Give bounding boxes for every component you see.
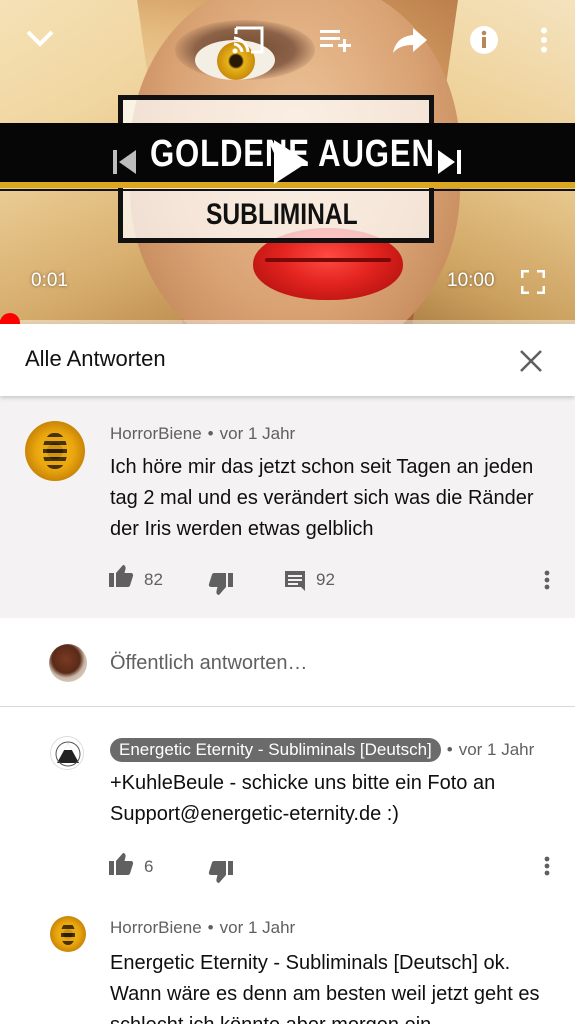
video-player[interactable]: GOLDENE AUGEN SUBLIMINAL [0, 0, 575, 324]
avatar [49, 644, 87, 682]
share-icon[interactable] [388, 18, 432, 62]
more-vert-icon[interactable] [533, 560, 561, 600]
reply-input[interactable]: Öffentlich antworten… [110, 652, 308, 675]
reply-item: HorrorBiene • vor 1 Jahr Energetic Eternit… [0, 896, 575, 1024]
channel-owner-badge[interactable]: Energetic Eternity - Subliminals [Deutsc… [110, 738, 441, 762]
comment-meta: HorrorBiene • vor 1 Jahr [110, 424, 295, 444]
reply-item: Energetic Eternity - Subliminals [Deutsc… [0, 706, 575, 896]
comment-age: vor 1 Jahr [219, 918, 296, 937]
replies-button[interactable] [284, 570, 306, 592]
thumbnail-title-text: GOLDENE AUGEN [150, 133, 434, 175]
dislike-button[interactable] [208, 860, 234, 884]
duration: 10:00 [447, 270, 495, 291]
info-icon[interactable] [462, 18, 506, 62]
current-time: 0:01 [31, 270, 68, 291]
replies-header: Alle Antworten [0, 324, 575, 396]
thumb-down-icon [208, 573, 233, 595]
meta-separator: • [446, 740, 453, 759]
meta-separator: • [207, 424, 214, 443]
more-vert-icon[interactable] [533, 846, 561, 886]
like-button[interactable] [108, 564, 134, 588]
original-comment: HorrorBiene • vor 1 Jahr Ich höre mir das … [0, 396, 575, 618]
more-vert-icon[interactable] [530, 20, 558, 60]
thumb-down-icon [208, 861, 233, 883]
avatar[interactable] [25, 421, 85, 481]
thumb-up-icon [109, 565, 134, 587]
thumbnail-lip-line [265, 258, 391, 262]
close-icon[interactable] [508, 338, 554, 384]
mountain-logo-icon [55, 741, 81, 767]
dislike-button[interactable] [208, 572, 234, 596]
thumb-up-icon [109, 853, 134, 875]
like-button[interactable] [108, 852, 134, 876]
comment-text: +KuhleBeule - schicke uns bitte ein Foto… [110, 772, 496, 825]
comment-author[interactable]: HorrorBiene [110, 424, 202, 443]
reply-count: 92 [316, 570, 335, 589]
cast-icon[interactable] [226, 18, 272, 62]
skip-previous-icon[interactable] [104, 140, 144, 184]
like-count: 82 [144, 570, 163, 589]
comment-meta: Energetic Eternity - Subliminals [Deutsc… [110, 738, 534, 762]
fullscreen-icon[interactable] [516, 265, 550, 299]
replies-title: Alle Antworten [25, 346, 166, 371]
add-to-queue-icon[interactable] [314, 18, 358, 62]
comment-author[interactable]: HorrorBiene [110, 918, 202, 937]
comment-age: vor 1 Jahr [219, 424, 296, 443]
comment-icon [285, 571, 305, 591]
like-count: 6 [144, 857, 154, 876]
comment-text: Ich höre mir das jetzt schon seit Tagen … [110, 456, 534, 540]
avatar[interactable] [50, 736, 84, 770]
skip-next-icon[interactable] [428, 140, 472, 184]
play-icon[interactable] [262, 132, 318, 192]
avatar[interactable] [50, 916, 86, 952]
comment-text: Energetic Eternity - Subliminals [Deutsc… [110, 952, 540, 1024]
comment-meta: HorrorBiene • vor 1 Jahr [110, 918, 295, 938]
reply-composer: Öffentlich antworten… [0, 618, 575, 707]
comment-age: vor 1 Jahr [458, 740, 535, 759]
thumbnail-subtitle-text: SUBLIMINAL [206, 198, 358, 231]
chevron-down-icon[interactable] [18, 16, 62, 60]
meta-separator: • [207, 918, 214, 937]
